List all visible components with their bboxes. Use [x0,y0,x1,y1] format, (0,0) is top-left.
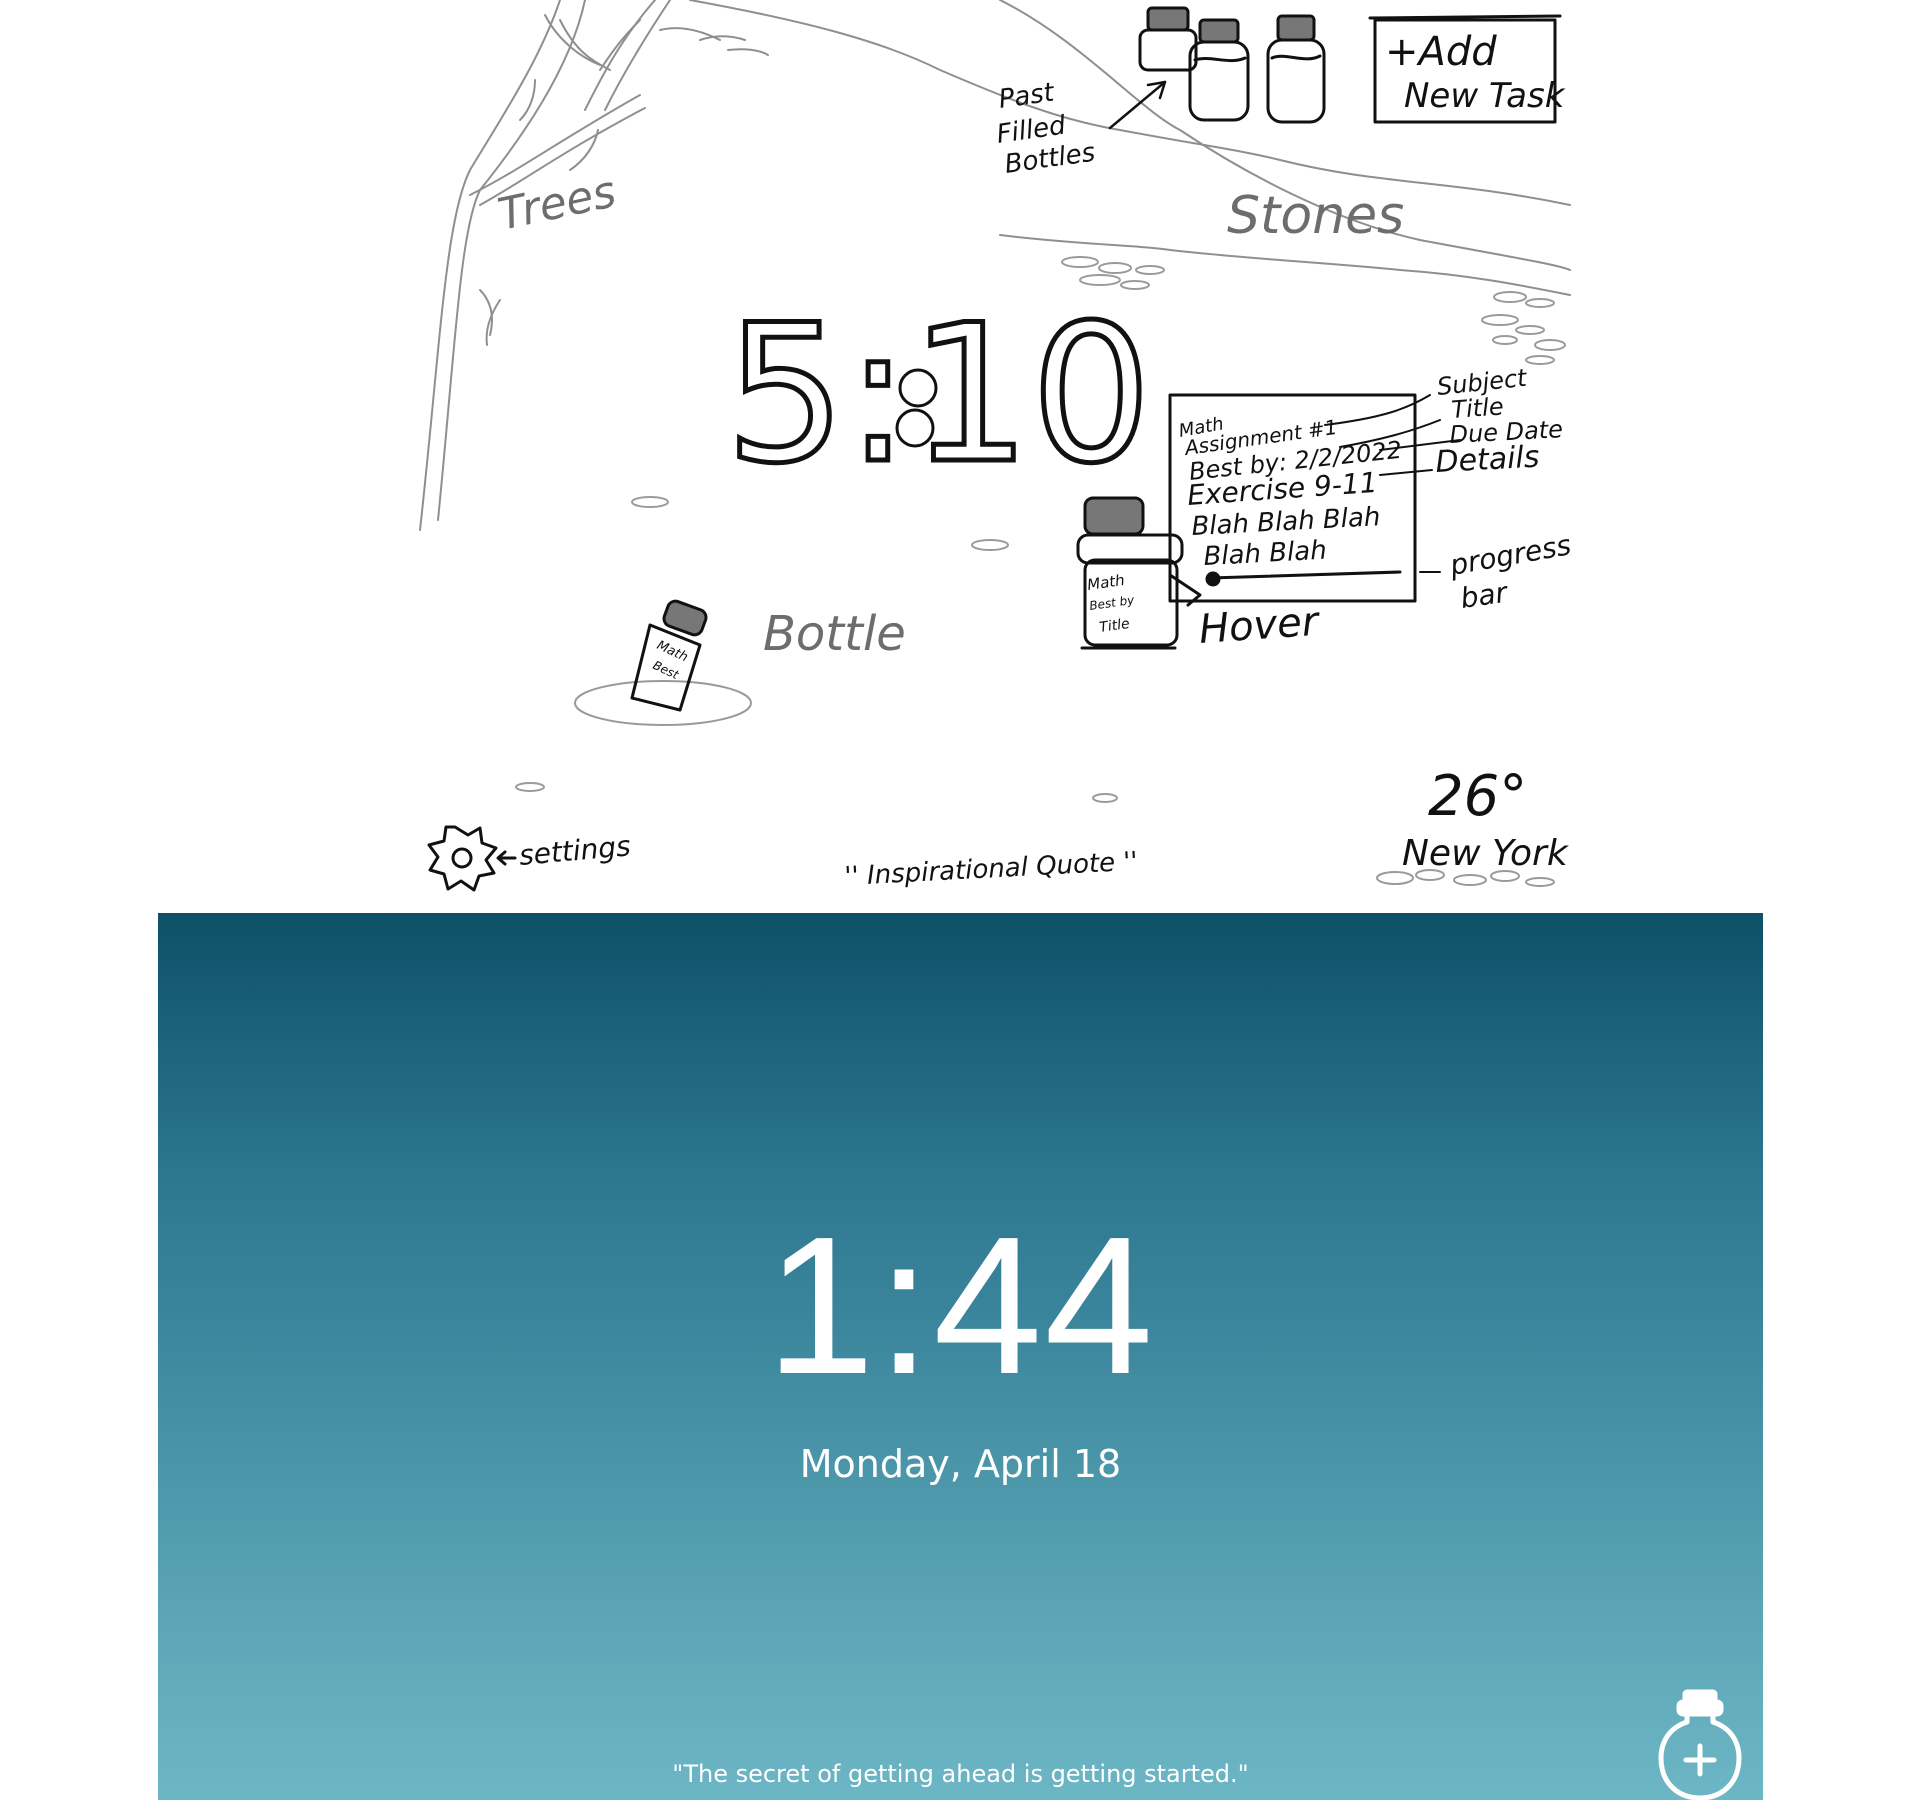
annotation-bar: bar [1458,576,1510,615]
annotation-progress: progress [1447,528,1574,582]
label-new-task: New Task [1404,76,1566,116]
hover-bottle-label-best-by: Best by [1088,593,1136,613]
label-inspirational-quote: '' Inspirational Quote '' [844,847,1139,892]
annotation-details: Details [1435,440,1541,480]
label-trees: Trees [494,166,621,241]
sketch-labels: Past Filled Bottles +Add New Task Trees … [494,29,1574,892]
trees-drawing [419,0,769,531]
card-details-line2: Blah Blah [1203,536,1328,572]
label-city: New York [1402,833,1570,874]
sketch-drawing: Past Filled Bottles +Add New Task Trees … [419,0,1574,892]
past-filled-bottles-drawing [1138,6,1326,124]
label-hover: Hover [1197,599,1322,653]
bottle-plus-icon [1658,1689,1742,1800]
label-stones: Stones [1227,186,1404,246]
hover-bottle-label-title: Title [1098,616,1130,636]
clock-time: 1:44 [765,1196,1156,1415]
sketch-clock: 5:10 [725,284,1152,505]
label-add: +Add [1385,29,1497,75]
arrow-past-bottles [1108,80,1167,130]
hover-bottle-drawing [1076,496,1202,650]
label-settings: settings [518,829,632,872]
label-temperature: 26° [1428,764,1527,829]
app-screen: 1:44 Monday, April 18 "The secret of get… [158,913,1763,1800]
settings-gear-drawing [427,825,517,892]
label-past: Past [997,77,1057,115]
hover-bottle-label-subject: Math [1086,571,1126,594]
wireframe-sketch: Past Filled Bottles +Add New Task Trees … [0,0,1920,910]
inspirational-quote: "The secret of getting ahead is getting … [672,1760,1249,1788]
add-task-button[interactable] [1655,1688,1745,1800]
clock-date: Monday, April 18 [799,1442,1122,1486]
label-bottle: Bottle [763,606,906,662]
